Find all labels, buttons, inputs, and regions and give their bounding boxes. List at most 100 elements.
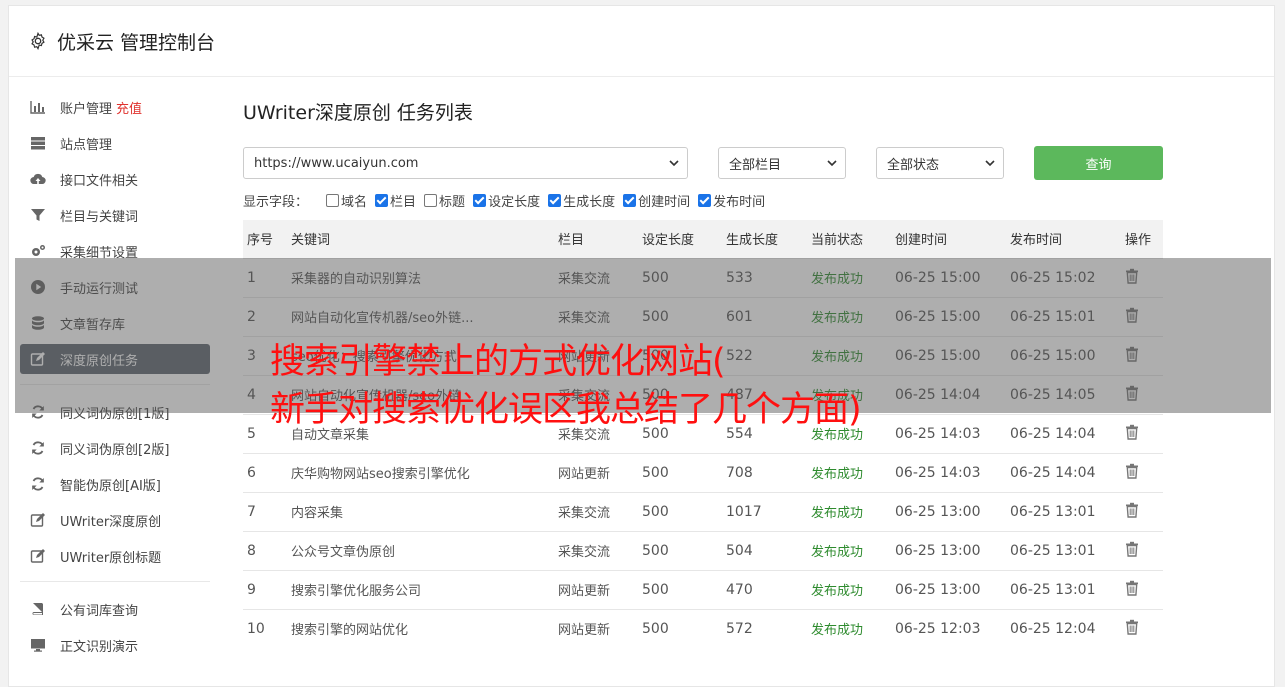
checkbox[interactable] xyxy=(424,193,438,207)
sidebar-item-text-recognition[interactable]: 正文识别演示 xyxy=(20,630,210,660)
column-select-value: 全部栏目 xyxy=(729,157,782,173)
sidebar-item-label: 同义词伪原创[2版] xyxy=(60,442,170,458)
row-gen-length: 572 xyxy=(722,608,807,648)
sidebar-item-api-files[interactable]: 接口文件相关 xyxy=(20,164,210,194)
row-column: 网站更新 xyxy=(554,452,638,492)
sidebar-item-label: UWriter深度原创 xyxy=(60,514,162,530)
display-fields-label: 显示字段： xyxy=(243,194,309,210)
filter-icon xyxy=(31,209,45,221)
site-select[interactable]: https://www.ucaiyun.com xyxy=(243,147,688,179)
row-index: 7 xyxy=(243,491,287,531)
checkbox[interactable] xyxy=(375,193,389,207)
status-select-value: 全部状态 xyxy=(887,157,940,173)
row-publish-time: 06-25 13:01 xyxy=(1006,569,1121,609)
row-create-time: 06-25 13:00 xyxy=(891,491,1006,531)
sidebar-item-label: 站点管理 xyxy=(60,137,113,153)
trash-icon[interactable] xyxy=(1125,619,1139,635)
sidebar-item-label: 栏目与关键词 xyxy=(60,209,139,225)
row-column: 网站更新 xyxy=(554,569,638,609)
sidebar-item-uwriter-title[interactable]: UWriter原创标题 xyxy=(20,541,210,571)
row-set-length: 500 xyxy=(638,491,722,531)
sidebar-item-account[interactable]: 账户管理 充值 xyxy=(20,92,210,122)
row-actions xyxy=(1121,608,1163,648)
checkbox[interactable] xyxy=(473,193,487,207)
page-title: UWriter深度原创 任务列表 xyxy=(243,102,473,124)
row-status: 发布成功 xyxy=(807,491,891,531)
row-publish-time: 06-25 14:04 xyxy=(1006,452,1121,492)
monitor-icon xyxy=(31,639,45,652)
sidebar-item-uwriter-deep[interactable]: UWriter深度原创 xyxy=(20,505,210,535)
row-status: 发布成功 xyxy=(807,530,891,570)
trash-icon[interactable] xyxy=(1125,502,1139,518)
sidebar-divider xyxy=(20,581,210,582)
sidebar-item-sites[interactable]: 站点管理 xyxy=(20,128,210,158)
sidebar-item-ai-spin[interactable]: 智能伪原创[AI版] xyxy=(20,469,210,499)
site-select-value: https://www.ucaiyun.com xyxy=(254,155,419,171)
field-checkbox-publish-time[interactable]: 发布时间 xyxy=(698,191,765,210)
field-checkbox-set-length[interactable]: 设定长度 xyxy=(473,191,540,210)
row-actions xyxy=(1121,569,1163,609)
cogs-icon xyxy=(32,245,45,256)
row-status: 发布成功 xyxy=(807,569,891,609)
sidebar-item-label: 公有词库查询 xyxy=(60,603,139,619)
row-keyword: 公众号文章伪原创 xyxy=(287,530,554,570)
row-create-time: 06-25 14:03 xyxy=(891,413,1006,453)
sidebar-item-label: 正文识别演示 xyxy=(60,639,139,655)
checkbox[interactable] xyxy=(698,193,712,207)
sidebar-item-columns-keywords[interactable]: 栏目与关键词 xyxy=(20,200,210,230)
checkbox-label: 生成长度 xyxy=(563,194,616,210)
column-select[interactable]: 全部栏目 xyxy=(718,147,846,179)
checkbox-label: 发布时间 xyxy=(713,194,766,210)
field-checkbox-gen-length[interactable]: 生成长度 xyxy=(548,191,615,210)
sidebar-item-synonym-v2[interactable]: 同义词伪原创[2版] xyxy=(20,433,210,463)
edit-icon xyxy=(30,549,45,563)
recharge-link[interactable]: 充值 xyxy=(116,98,142,117)
table-row: 7 内容采集 采集交流 500 1017 发布成功 06-25 13:00 06-25 13:… xyxy=(243,491,1163,531)
table-header-row: 序号 关键词 栏目 设定长度 生成长度 当前状态 创建时间 发布时间 操作 xyxy=(243,220,1163,258)
checkbox[interactable] xyxy=(548,193,562,207)
field-checkbox-domain[interactable]: 域名 xyxy=(326,191,367,210)
field-checkbox-column[interactable]: 栏目 xyxy=(375,191,416,210)
book-icon xyxy=(32,603,43,615)
row-gen-length: 504 xyxy=(722,530,807,570)
status-select[interactable]: 全部状态 xyxy=(876,147,1004,179)
query-button[interactable]: 查询 xyxy=(1034,146,1163,180)
edit-icon xyxy=(30,513,45,527)
checkbox-label: 创建时间 xyxy=(638,194,691,210)
row-index: 8 xyxy=(243,530,287,570)
col-header: 序号 xyxy=(247,233,274,249)
display-fields: 显示字段： 域名 栏目 标题 设定长度 生成长度 创建时间 发布时间 xyxy=(243,190,1163,210)
col-header: 生成长度 xyxy=(726,233,779,249)
sidebar-item-label: 智能伪原创[AI版] xyxy=(60,478,161,494)
row-set-length: 500 xyxy=(638,569,722,609)
row-publish-time: 06-25 13:01 xyxy=(1006,530,1121,570)
checkbox[interactable] xyxy=(326,193,340,207)
row-column: 网站更新 xyxy=(554,608,638,648)
field-checkbox-title[interactable]: 标题 xyxy=(424,191,465,210)
row-create-time: 06-25 13:00 xyxy=(891,569,1006,609)
row-actions xyxy=(1121,491,1163,531)
trash-icon[interactable] xyxy=(1125,424,1139,440)
row-actions xyxy=(1121,530,1163,570)
bar-chart-icon xyxy=(30,101,45,114)
row-index: 6 xyxy=(243,452,287,492)
col-header: 关键词 xyxy=(291,233,331,249)
col-header: 当前状态 xyxy=(811,233,864,249)
row-gen-length: 708 xyxy=(722,452,807,492)
trash-icon[interactable] xyxy=(1125,580,1139,596)
checkbox-label: 标题 xyxy=(439,194,466,210)
trash-icon[interactable] xyxy=(1125,541,1139,557)
chevron-down-icon xyxy=(669,160,679,167)
sidebar-item-public-lexicon[interactable]: 公有词库查询 xyxy=(20,594,210,624)
refresh-icon xyxy=(32,477,44,491)
row-status: 发布成功 xyxy=(807,452,891,492)
table-row: 9 搜索引擎优化服务公司 网站更新 500 470 发布成功 06-25 13:00 06-2… xyxy=(243,569,1163,609)
field-checkbox-create-time[interactable]: 创建时间 xyxy=(623,191,690,210)
trash-icon[interactable] xyxy=(1125,463,1139,479)
row-column: 采集交流 xyxy=(554,530,638,570)
checkbox[interactable] xyxy=(623,193,637,207)
col-header: 设定长度 xyxy=(642,233,695,249)
app-title: 优采云 管理控制台 xyxy=(57,31,216,54)
sidebar-item-label: 账户管理 xyxy=(60,101,113,117)
row-actions xyxy=(1121,452,1163,492)
